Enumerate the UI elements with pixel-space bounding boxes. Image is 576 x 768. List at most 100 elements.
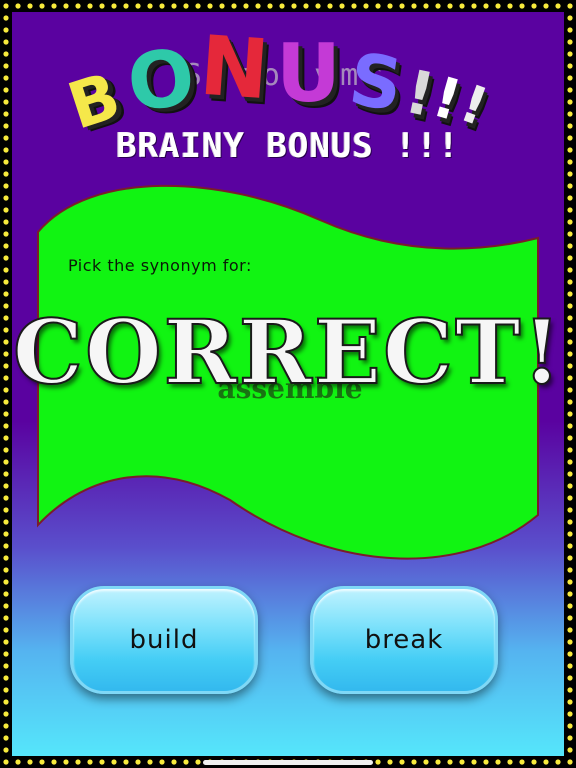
border-dot bbox=[159, 759, 165, 765]
border-dot bbox=[423, 3, 429, 9]
border-dot bbox=[567, 207, 573, 213]
border-dot bbox=[195, 3, 201, 9]
border-dot bbox=[399, 3, 405, 9]
home-indicator[interactable] bbox=[203, 760, 373, 765]
border-dot bbox=[567, 519, 573, 525]
border-dot bbox=[3, 243, 9, 249]
border-dot bbox=[435, 3, 441, 9]
border-dot bbox=[75, 759, 81, 765]
border-dot bbox=[567, 711, 573, 717]
border-dot bbox=[15, 759, 21, 765]
border-dot bbox=[483, 759, 489, 765]
border-dot bbox=[3, 495, 9, 501]
border-dot bbox=[567, 627, 573, 633]
border-dot bbox=[411, 759, 417, 765]
border-dot bbox=[567, 111, 573, 117]
border-dot bbox=[567, 543, 573, 549]
border-dot bbox=[3, 255, 9, 261]
border-dot bbox=[567, 591, 573, 597]
border-dot bbox=[3, 483, 9, 489]
answer-button-build[interactable]: build bbox=[70, 586, 258, 694]
border-dot bbox=[207, 3, 213, 9]
border-dot bbox=[3, 699, 9, 705]
border-dot bbox=[147, 759, 153, 765]
border-dot bbox=[3, 507, 9, 513]
border-dot bbox=[567, 687, 573, 693]
border-dot bbox=[3, 195, 9, 201]
border-dot bbox=[3, 663, 9, 669]
border-dot bbox=[531, 3, 537, 9]
border-dot bbox=[471, 3, 477, 9]
result-message: CORRECT! bbox=[12, 299, 564, 405]
border-dot bbox=[243, 3, 249, 9]
border-dot bbox=[3, 603, 9, 609]
border-dot bbox=[3, 27, 9, 33]
border-dot bbox=[3, 219, 9, 225]
border-dot bbox=[567, 195, 573, 201]
border-dot bbox=[411, 3, 417, 9]
border-dot bbox=[39, 759, 45, 765]
border-dot bbox=[507, 759, 513, 765]
game-screen: Synonyms B O N U S ! ! ! BRAINY BONUS !!… bbox=[0, 0, 576, 768]
border-dot bbox=[555, 759, 561, 765]
bonus-letter: N bbox=[196, 18, 272, 119]
border-dot bbox=[387, 3, 393, 9]
border-dot bbox=[387, 759, 393, 765]
border-dot bbox=[3, 747, 9, 753]
border-dot bbox=[483, 3, 489, 9]
border-dot bbox=[555, 3, 561, 9]
border-dot bbox=[135, 3, 141, 9]
border-dot bbox=[3, 111, 9, 117]
border-dot bbox=[3, 39, 9, 45]
answer-button-break[interactable]: break bbox=[310, 586, 498, 694]
border-dot bbox=[3, 279, 9, 285]
border-dot bbox=[123, 759, 129, 765]
border-dot bbox=[3, 423, 9, 429]
border-dot bbox=[315, 3, 321, 9]
border-dot bbox=[567, 27, 573, 33]
border-dot bbox=[3, 51, 9, 57]
border-dot bbox=[3, 567, 9, 573]
border-dot bbox=[495, 3, 501, 9]
border-dot bbox=[435, 759, 441, 765]
border-dot bbox=[3, 759, 9, 765]
border-dot bbox=[567, 483, 573, 489]
border-dot bbox=[3, 519, 9, 525]
border-dot bbox=[567, 603, 573, 609]
border-dot bbox=[327, 3, 333, 9]
border-dot bbox=[135, 759, 141, 765]
border-dot bbox=[27, 3, 33, 9]
border-dot bbox=[567, 699, 573, 705]
bonus-logo: B O N U S ! ! ! bbox=[60, 18, 510, 145]
border-dot bbox=[567, 3, 573, 9]
border-dot bbox=[459, 3, 465, 9]
border-dot bbox=[567, 555, 573, 561]
border-dot bbox=[3, 3, 9, 9]
border-dot bbox=[3, 231, 9, 237]
border-dot bbox=[543, 759, 549, 765]
border-dot bbox=[567, 15, 573, 21]
border-dot bbox=[3, 531, 9, 537]
border-dot bbox=[279, 3, 285, 9]
border-dot bbox=[99, 759, 105, 765]
border-dot bbox=[567, 735, 573, 741]
border-dot bbox=[447, 759, 453, 765]
border-dot bbox=[567, 219, 573, 225]
border-dot bbox=[567, 615, 573, 621]
question-prompt: Pick the synonym for: bbox=[68, 256, 252, 275]
border-dot bbox=[3, 435, 9, 441]
border-dot bbox=[567, 663, 573, 669]
border-dot bbox=[99, 3, 105, 9]
border-dot bbox=[3, 651, 9, 657]
border-dot bbox=[543, 3, 549, 9]
border-dot bbox=[567, 435, 573, 441]
border-dot bbox=[3, 543, 9, 549]
border-dot bbox=[27, 759, 33, 765]
border-dot bbox=[567, 39, 573, 45]
border-dot bbox=[363, 3, 369, 9]
border-dot bbox=[519, 3, 525, 9]
border-dot bbox=[507, 3, 513, 9]
border-dot bbox=[567, 99, 573, 105]
border-dot bbox=[3, 411, 9, 417]
border-dot bbox=[3, 183, 9, 189]
